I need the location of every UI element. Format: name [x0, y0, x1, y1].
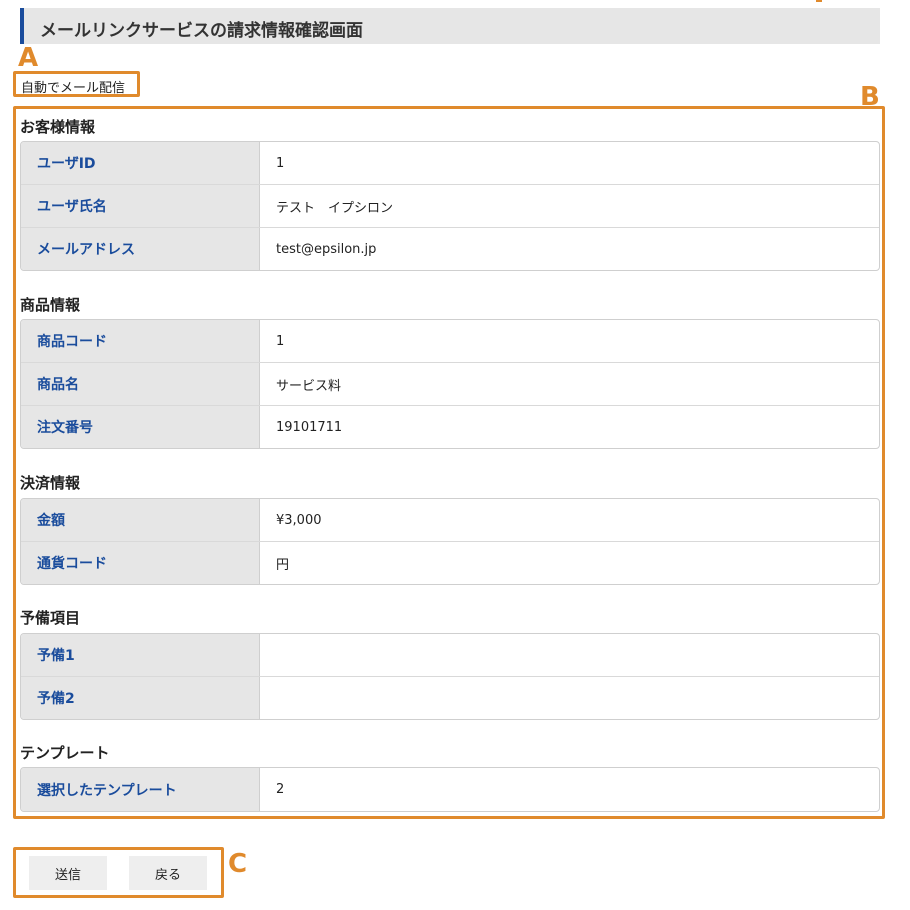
table-row: 注文番号 19101711: [21, 405, 879, 448]
row-value: 2: [276, 782, 285, 797]
row-label: 注文番号: [21, 406, 260, 448]
row-label: ユーザID: [21, 142, 260, 184]
table-row: 通貨コード 円: [21, 541, 879, 584]
row-value: 1: [276, 333, 285, 349]
table-row: 商品コード 1: [21, 320, 879, 362]
reserve-info-table: 予備1 予備2: [20, 633, 880, 720]
row-value: 1: [276, 155, 285, 171]
back-button[interactable]: 戻る: [129, 856, 207, 890]
row-label: 予備1: [21, 634, 260, 676]
row-value: ¥3,000: [276, 512, 322, 528]
row-value: test@epsilon.jp: [276, 241, 377, 257]
row-label: 商品名: [21, 363, 260, 405]
table-row: 予備1: [21, 634, 879, 676]
page-title: メールリンクサービスの請求情報確認画面: [40, 21, 363, 41]
table-row: 選択したテンプレート 2: [21, 768, 879, 811]
row-value: [260, 677, 879, 719]
row-value: [260, 634, 879, 676]
row-label: 選択したテンプレート: [21, 768, 260, 811]
send-button[interactable]: 送信: [29, 856, 107, 890]
callout-label-c: C: [228, 849, 248, 879]
row-value: 円: [276, 557, 290, 573]
callout-label-a: A: [18, 43, 39, 73]
row-label: メールアドレス: [21, 228, 260, 270]
row-label: 商品コード: [21, 320, 260, 362]
customer-info-table: ユーザID 1 ユーザ氏名 テスト イプシロン メールアドレス test@eps…: [20, 141, 880, 271]
table-row: ユーザID 1: [21, 142, 879, 184]
row-value: 19101711: [276, 419, 343, 435]
section-title-product: 商品情報: [20, 296, 81, 314]
payment-info-table: 金額 ¥3,000 通貨コード 円: [20, 498, 880, 585]
row-value: テスト イプシロン: [276, 200, 394, 216]
auto-mail-label: 自動でメール配信: [21, 81, 126, 96]
row-label: 金額: [21, 499, 260, 541]
product-info-table: 商品コード 1 商品名 サービス料 注文番号 19101711: [20, 319, 880, 449]
section-title-payment: 決済情報: [20, 474, 81, 492]
row-value: サービス料: [276, 378, 342, 394]
table-row: 商品名 サービス料: [21, 362, 879, 405]
table-row: 予備2: [21, 676, 879, 719]
corner-mark: [816, 0, 822, 2]
table-row: 金額 ¥3,000: [21, 499, 879, 541]
table-row: ユーザ氏名 テスト イプシロン: [21, 184, 879, 227]
section-title-template: テンプレート: [20, 744, 110, 762]
page-header: メールリンクサービスの請求情報確認画面: [20, 8, 880, 44]
section-title-reserve: 予備項目: [20, 609, 81, 627]
row-label: ユーザ氏名: [21, 185, 260, 227]
row-label: 通貨コード: [21, 542, 260, 584]
template-info-table: 選択したテンプレート 2: [20, 767, 880, 812]
row-label: 予備2: [21, 677, 260, 719]
section-title-customer: お客様情報: [20, 118, 96, 136]
table-row: メールアドレス test@epsilon.jp: [21, 227, 879, 270]
